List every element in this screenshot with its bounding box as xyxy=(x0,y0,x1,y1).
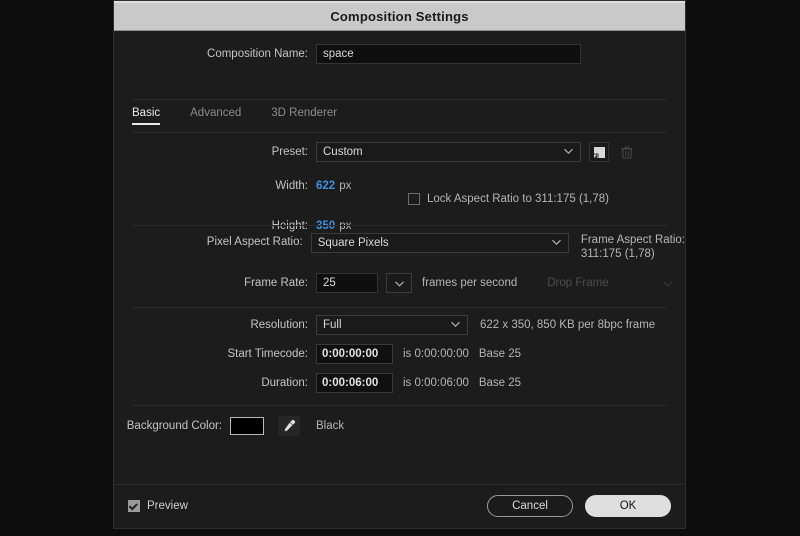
lock-aspect-ratio-label: Lock Aspect Ratio to 311:175 (1,78) xyxy=(427,193,609,205)
duration-base: Base 25 xyxy=(479,377,521,389)
chevron-down-icon xyxy=(395,274,404,292)
frames-per-second-label: frames per second xyxy=(422,277,517,289)
tab-basic[interactable]: Basic xyxy=(132,107,160,125)
divider-above-resolution xyxy=(132,307,667,308)
frame-rate-input[interactable]: 25 xyxy=(316,273,378,293)
divider-top xyxy=(132,99,667,100)
duration-input[interactable]: 0:00:06:00 xyxy=(316,373,393,393)
chevron-down-icon xyxy=(552,236,561,248)
height-unit: px xyxy=(339,220,351,232)
dialog-titlebar: Composition Settings xyxy=(114,1,685,31)
width-label: Width: xyxy=(114,180,316,192)
drop-frame-label: Drop Frame xyxy=(547,277,608,289)
resolution-row: Resolution: Full 622 x 350, 850 KB per 8… xyxy=(114,315,685,335)
lock-aspect-ratio-checkbox[interactable] xyxy=(408,193,420,205)
start-timecode-label: Start Timecode: xyxy=(114,348,316,360)
pixel-aspect-ratio-select[interactable]: Square Pixels xyxy=(311,233,569,253)
eyedropper-icon[interactable] xyxy=(278,416,300,436)
frame-rate-dropdown[interactable] xyxy=(386,273,412,293)
save-preset-icon[interactable] xyxy=(589,142,609,162)
tab-advanced[interactable]: Advanced xyxy=(190,107,241,125)
divider-under-tabs xyxy=(132,132,667,133)
preset-row: Preset: Custom xyxy=(114,142,685,162)
drop-frame-chevron-down-icon xyxy=(663,274,672,292)
dialog-body: Composition Name: space Basic Advanced 3… xyxy=(114,31,685,528)
duration-row: Duration: 0:00:06:00 is 0:00:06:00 Base … xyxy=(114,373,685,393)
app-background: Composition Settings Composition Name: s… xyxy=(0,0,800,536)
duration-label: Duration: xyxy=(114,377,316,389)
tab-3d-renderer[interactable]: 3D Renderer xyxy=(271,107,337,125)
height-label: Height: xyxy=(114,220,316,232)
start-timecode-row: Start Timecode: 0:00:00:00 is 0:00:00:00… xyxy=(114,344,685,364)
composition-name-label: Composition Name: xyxy=(114,48,316,60)
background-color-label: Background Color: xyxy=(114,420,230,432)
preview-checkbox[interactable] xyxy=(128,500,140,512)
delete-preset-icon[interactable] xyxy=(617,142,637,162)
background-color-swatch[interactable] xyxy=(230,417,264,435)
pixel-aspect-ratio-label: Pixel Aspect Ratio: xyxy=(114,233,311,248)
ok-button[interactable]: OK xyxy=(585,495,671,517)
composition-name-input[interactable]: space xyxy=(316,44,581,64)
footer-divider xyxy=(114,484,685,485)
frame-aspect-ratio-value: 311:175 (1,78) xyxy=(581,247,685,261)
frame-rate-row: Frame Rate: 25 frames per second Drop Fr… xyxy=(114,273,685,293)
duration-suffix: is 0:00:06:00 xyxy=(403,377,469,389)
cancel-button[interactable]: Cancel xyxy=(487,495,573,517)
start-timecode-base: Base 25 xyxy=(479,348,521,360)
background-color-name: Black xyxy=(316,420,344,432)
start-timecode-suffix: is 0:00:00:00 xyxy=(403,348,469,360)
lock-aspect-ratio-row[interactable]: Lock Aspect Ratio to 311:175 (1,78) xyxy=(408,193,609,205)
dimensions-block: Width: 622 px Height: 350 px xyxy=(114,174,685,238)
composition-settings-dialog: Composition Settings Composition Name: s… xyxy=(113,0,686,529)
pixel-aspect-ratio-row: Pixel Aspect Ratio: Square Pixels Frame … xyxy=(114,233,685,261)
frame-aspect-ratio-block: Frame Aspect Ratio: 311:175 (1,78) xyxy=(581,233,685,261)
preset-value: Custom xyxy=(323,146,363,158)
background-color-row: Background Color: Black xyxy=(114,416,685,436)
dialog-action-buttons: Cancel OK xyxy=(487,495,671,517)
dialog-footer: Preview Cancel OK xyxy=(114,484,685,528)
divider-above-par xyxy=(132,225,667,226)
width-unit: px xyxy=(339,180,351,192)
height-value[interactable]: 350 xyxy=(316,220,335,232)
composition-name-row: Composition Name: space xyxy=(114,44,685,64)
preview-label: Preview xyxy=(147,500,188,512)
frame-rate-label: Frame Rate: xyxy=(114,277,316,289)
chevron-down-icon xyxy=(451,318,460,330)
resolution-label: Resolution: xyxy=(114,319,316,331)
resolution-select[interactable]: Full xyxy=(316,315,468,335)
frame-aspect-ratio-label: Frame Aspect Ratio: xyxy=(581,233,685,247)
divider-above-background xyxy=(132,405,667,406)
start-timecode-input[interactable]: 0:00:00:00 xyxy=(316,344,393,364)
preview-toggle[interactable]: Preview xyxy=(128,500,188,512)
width-value[interactable]: 622 xyxy=(316,180,335,192)
preset-label: Preset: xyxy=(114,146,316,158)
dialog-title: Composition Settings xyxy=(330,9,468,24)
resolution-info: 622 x 350, 850 KB per 8bpc frame xyxy=(480,319,655,331)
chevron-down-icon xyxy=(564,145,573,157)
resolution-value: Full xyxy=(323,319,342,331)
pixel-aspect-ratio-value: Square Pixels xyxy=(318,237,389,249)
preset-select[interactable]: Custom xyxy=(316,142,581,162)
settings-tabs: Basic Advanced 3D Renderer xyxy=(114,107,685,133)
